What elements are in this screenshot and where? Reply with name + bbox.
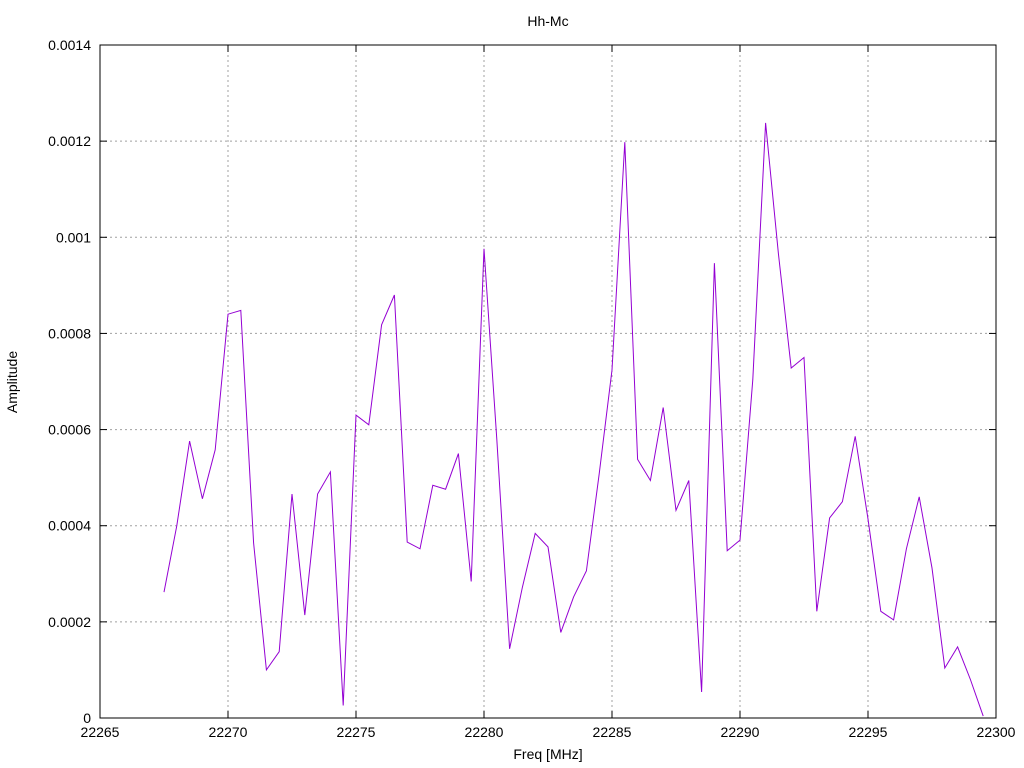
- y-tick-label: 0.0014: [48, 37, 91, 53]
- y-tick-label: 0.0006: [48, 422, 91, 438]
- x-tick-label: 22280: [465, 724, 504, 740]
- axis-ticks: [99, 44, 997, 719]
- series-layer: [163, 122, 984, 717]
- chart-title: Hh-Mc: [527, 13, 568, 29]
- y-axis-label: Amplitude: [4, 351, 20, 413]
- y-tick-label: 0.0008: [48, 325, 91, 341]
- x-tick-labels: 22265 22270 22275 22280 22285 22290 22295 22300: [81, 724, 1016, 740]
- y-tick-labels: 0 0.0002 0.0004 0.0006 0.0008 0.001 0.0012 0.00…: [48, 37, 91, 726]
- x-tick-label: 22285: [593, 724, 632, 740]
- x-tick-label: 22270: [209, 724, 248, 740]
- x-tick-label: 22275: [337, 724, 376, 740]
- line-chart: 22265 22270 22275 22280 22285 22290 22295 22300…: [4, 13, 1016, 762]
- y-tick-label: 0.001: [56, 229, 91, 245]
- x-tick-label: 22300: [977, 724, 1016, 740]
- x-tick-label: 22290: [721, 724, 760, 740]
- x-tick-label: 22295: [849, 724, 888, 740]
- grid-lines: [100, 45, 996, 718]
- y-tick-label: 0: [83, 710, 91, 726]
- series-line: [163, 122, 984, 717]
- x-axis-label: Freq [MHz]: [513, 746, 582, 762]
- y-tick-label: 0.0002: [48, 614, 91, 630]
- y-tick-label: 0.0004: [48, 518, 91, 534]
- x-tick-label: 22265: [81, 724, 120, 740]
- plot-frame: [99, 44, 997, 719]
- y-tick-label: 0.0012: [48, 133, 91, 149]
